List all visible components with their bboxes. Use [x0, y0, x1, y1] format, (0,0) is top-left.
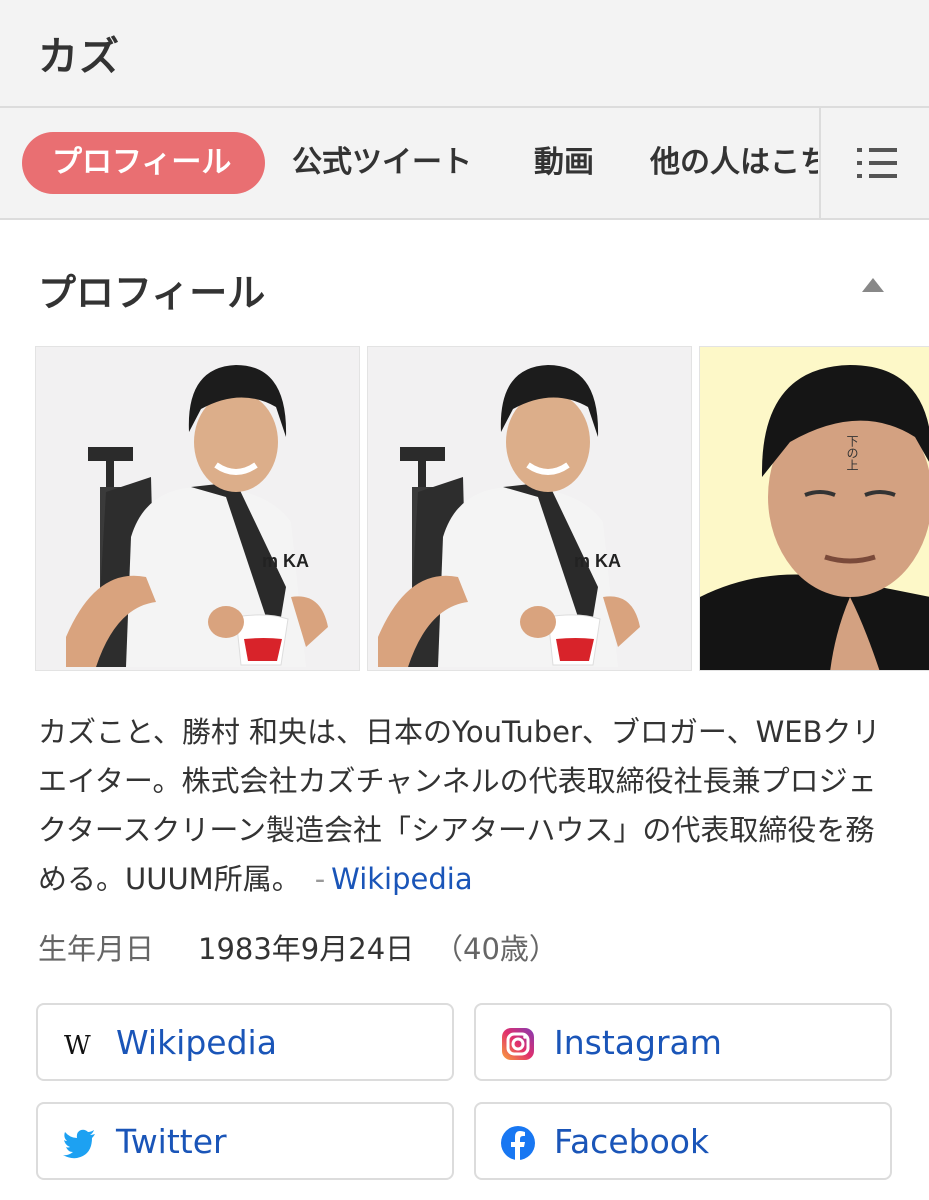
tab-others-search[interactable]: 他の人はこち: [650, 132, 818, 194]
svg-text:m KA: m KA: [262, 551, 309, 571]
collapse-up-icon[interactable]: [860, 276, 886, 294]
list-menu-icon[interactable]: [857, 148, 897, 178]
wikipedia-icon: W: [64, 1031, 91, 1061]
facebook-link-button[interactable]: Facebook: [474, 1102, 892, 1180]
instagram-icon: [502, 1028, 534, 1060]
person-photo: m KA: [36, 347, 359, 670]
instagram-link-label: Instagram: [554, 1023, 722, 1062]
header: カズ: [0, 0, 929, 108]
tab-menu-area: [819, 108, 929, 218]
profile-photo-3[interactable]: 下の上: [699, 346, 929, 671]
facebook-icon: [501, 1126, 535, 1160]
instagram-link-button[interactable]: Instagram: [474, 1003, 892, 1081]
twitter-icon: [63, 1129, 95, 1159]
age-value: （40歳）: [434, 932, 558, 966]
person-photo: m KA: [368, 347, 691, 670]
tab-videos[interactable]: 動画: [534, 132, 594, 194]
profile-description: カズこと、勝村 和央は、日本のYouTuber、ブロガー、WEBクリエイター。株…: [38, 708, 898, 904]
tab-official-tweets[interactable]: 公式ツイート: [292, 132, 472, 194]
person-closeup-photo: 下の上: [700, 347, 929, 670]
birthdate-label: 生年月日: [38, 932, 155, 966]
wikipedia-source-link[interactable]: Wikipedia: [331, 862, 472, 896]
svg-text:W: W: [64, 1031, 91, 1061]
twitter-link-label: Twitter: [116, 1122, 227, 1161]
facebook-link-label: Facebook: [554, 1122, 710, 1161]
profile-photo-2[interactable]: m KA: [367, 346, 692, 671]
page-title: カズ: [38, 34, 120, 80]
birthdate-value: 1983年9月24日: [198, 932, 415, 966]
svg-text:下の上: 下の上: [845, 435, 859, 471]
profile-photo-1[interactable]: m KA: [35, 346, 360, 671]
tab-bar: プロフィール 公式ツイート 動画 他の人はこち: [0, 108, 929, 220]
wikipedia-link-button[interactable]: W Wikipedia: [36, 1003, 454, 1081]
source-dash: -: [314, 862, 326, 896]
section-title: プロフィール: [38, 271, 266, 315]
wikipedia-link-label: Wikipedia: [116, 1023, 277, 1062]
tab-profile[interactable]: プロフィール: [22, 132, 265, 194]
tab-others-clip: 他の人はこち: [650, 132, 818, 194]
svg-text:m KA: m KA: [574, 551, 621, 571]
twitter-link-button[interactable]: Twitter: [36, 1102, 454, 1180]
